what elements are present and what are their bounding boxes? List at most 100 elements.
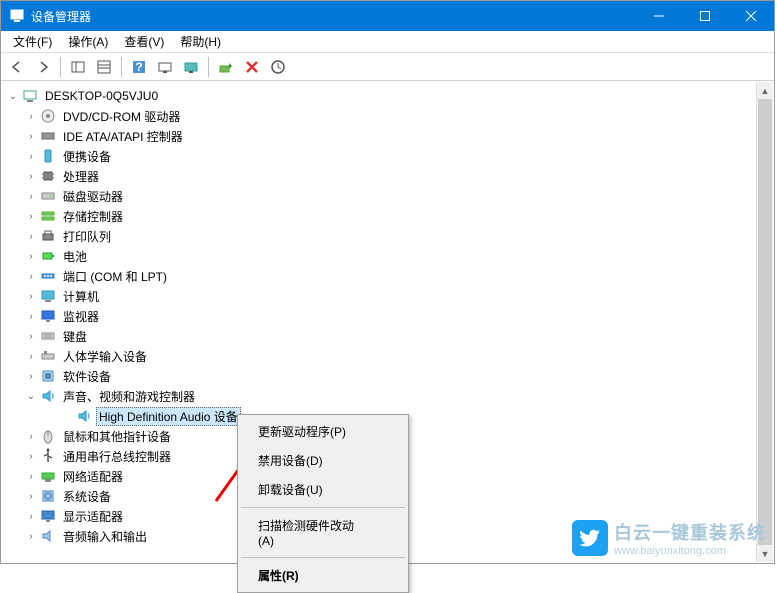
scroll-thumb[interactable] <box>758 99 772 545</box>
tree-node[interactable]: › 键盘 <box>2 326 773 346</box>
watermark-icon <box>572 520 608 556</box>
storage-icon <box>40 208 56 224</box>
tree-node[interactable]: › 监视器 <box>2 306 773 326</box>
expander-icon[interactable]: › <box>24 229 38 243</box>
window-title: 设备管理器 <box>31 8 636 25</box>
tree-node[interactable]: › 处理器 <box>2 166 773 186</box>
ide-icon <box>40 128 56 144</box>
vertical-scrollbar[interactable]: ▲ ▼ <box>756 82 773 562</box>
display-icon <box>40 508 56 524</box>
app-icon <box>9 8 25 24</box>
uninstall-button[interactable] <box>240 55 264 79</box>
scan-button[interactable] <box>153 55 177 79</box>
expander-icon[interactable]: › <box>24 129 38 143</box>
menubar: 文件(F) 操作(A) 查看(V) 帮助(H) <box>1 31 774 53</box>
ctx-uninstall-device[interactable]: 卸载设备(U) <box>240 475 406 504</box>
menu-file[interactable]: 文件(F) <box>5 31 60 52</box>
expander-icon[interactable]: › <box>24 509 38 523</box>
minimize-button[interactable] <box>636 1 682 31</box>
context-menu: 更新驱动程序(P) 禁用设备(D) 卸载设备(U) 扫描检测硬件改动(A) 属性… <box>237 414 409 593</box>
titlebar: 设备管理器 <box>1 1 774 31</box>
scroll-up-button[interactable]: ▲ <box>757 82 773 99</box>
tree-node[interactable]: › 计算机 <box>2 286 773 306</box>
cpu-icon <box>40 168 56 184</box>
expander-icon[interactable]: › <box>24 489 38 503</box>
node-label: 通用串行总线控制器 <box>60 447 174 466</box>
enable-button[interactable] <box>214 55 238 79</box>
hid-icon <box>40 348 56 364</box>
node-label: 电池 <box>60 247 90 266</box>
node-label: 网络适配器 <box>60 467 126 486</box>
portable-icon <box>40 148 56 164</box>
scan-hardware-button[interactable] <box>266 55 290 79</box>
expander-icon[interactable]: › <box>24 249 38 263</box>
ctx-disable-device[interactable]: 禁用设备(D) <box>240 446 406 475</box>
expander-icon[interactable]: › <box>24 449 38 463</box>
back-button[interactable] <box>5 55 29 79</box>
expander-icon[interactable]: ⌄ <box>24 389 38 403</box>
expander-icon[interactable]: › <box>24 469 38 483</box>
node-label: DVD/CD-ROM 驱动器 <box>60 107 183 126</box>
expander-icon[interactable]: › <box>24 209 38 223</box>
tree-node[interactable]: › 磁盘驱动器 <box>2 186 773 206</box>
close-button[interactable] <box>728 1 774 31</box>
disk-icon <box>40 188 56 204</box>
node-label: 端口 (COM 和 LPT) <box>60 267 170 286</box>
svg-text:?: ? <box>135 60 142 74</box>
expander-icon[interactable]: › <box>24 109 38 123</box>
tree-node[interactable]: › 存储控制器 <box>2 206 773 226</box>
computer-icon <box>22 88 38 104</box>
tree-node[interactable]: ⌄ 声音、视频和游戏控制器 <box>2 386 773 406</box>
update-driver-button[interactable] <box>179 55 203 79</box>
tree-node[interactable]: › 软件设备 <box>2 366 773 386</box>
tree-node[interactable]: › 便携设备 <box>2 146 773 166</box>
tree-node[interactable]: › 电池 <box>2 246 773 266</box>
expander-icon[interactable]: › <box>24 189 38 203</box>
usb-icon <box>40 448 56 464</box>
tree-root[interactable]: ⌄ DESKTOP-0Q5VJU0 <box>2 86 773 106</box>
expander-icon[interactable]: › <box>24 289 38 303</box>
sound-icon <box>40 388 56 404</box>
node-label: 存储控制器 <box>60 207 126 226</box>
expander-icon[interactable]: › <box>24 149 38 163</box>
tree-node[interactable]: › 打印队列 <box>2 226 773 246</box>
network-icon <box>40 468 56 484</box>
ctx-update-driver[interactable]: 更新驱动程序(P) <box>240 417 406 446</box>
watermark-title: 白云一键重装系统 <box>614 519 766 545</box>
node-label: 便携设备 <box>60 147 114 166</box>
tree-node[interactable]: › IDE ATA/ATAPI 控制器 <box>2 126 773 146</box>
ctx-separator <box>241 557 405 558</box>
expander-icon[interactable]: ⌄ <box>6 89 20 103</box>
tree-node[interactable]: › 端口 (COM 和 LPT) <box>2 266 773 286</box>
expander-icon[interactable]: › <box>24 309 38 323</box>
expander-icon[interactable]: › <box>24 429 38 443</box>
tree-node[interactable]: › DVD/CD-ROM 驱动器 <box>2 106 773 126</box>
expander-icon[interactable]: › <box>24 529 38 543</box>
forward-button[interactable] <box>31 55 55 79</box>
node-label: IDE ATA/ATAPI 控制器 <box>60 127 186 146</box>
properties-button[interactable] <box>92 55 116 79</box>
node-label: 键盘 <box>60 327 90 346</box>
software-icon <box>40 368 56 384</box>
node-label: 打印队列 <box>60 227 114 246</box>
expander-icon[interactable]: › <box>24 369 38 383</box>
menu-action[interactable]: 操作(A) <box>60 31 116 52</box>
help-button[interactable]: ? <box>127 55 151 79</box>
show-hide-tree-button[interactable] <box>66 55 90 79</box>
battery-icon <box>40 248 56 264</box>
expander-icon[interactable]: › <box>24 269 38 283</box>
node-label: 系统设备 <box>60 487 114 506</box>
menu-help[interactable]: 帮助(H) <box>172 31 229 52</box>
mouse-icon <box>40 428 56 444</box>
menu-view[interactable]: 查看(V) <box>116 31 172 52</box>
port-icon <box>40 268 56 284</box>
expander-icon[interactable]: › <box>24 169 38 183</box>
tree-node[interactable]: › 人体学输入设备 <box>2 346 773 366</box>
expander-icon[interactable]: › <box>24 349 38 363</box>
maximize-button[interactable] <box>682 1 728 31</box>
ctx-scan-hardware[interactable]: 扫描检测硬件改动(A) <box>240 511 406 554</box>
expander-icon[interactable]: › <box>24 329 38 343</box>
node-label: 鼠标和其他指针设备 <box>60 427 174 446</box>
ctx-properties[interactable]: 属性(R) <box>240 561 406 590</box>
node-label: High Definition Audio 设备 <box>96 407 241 426</box>
